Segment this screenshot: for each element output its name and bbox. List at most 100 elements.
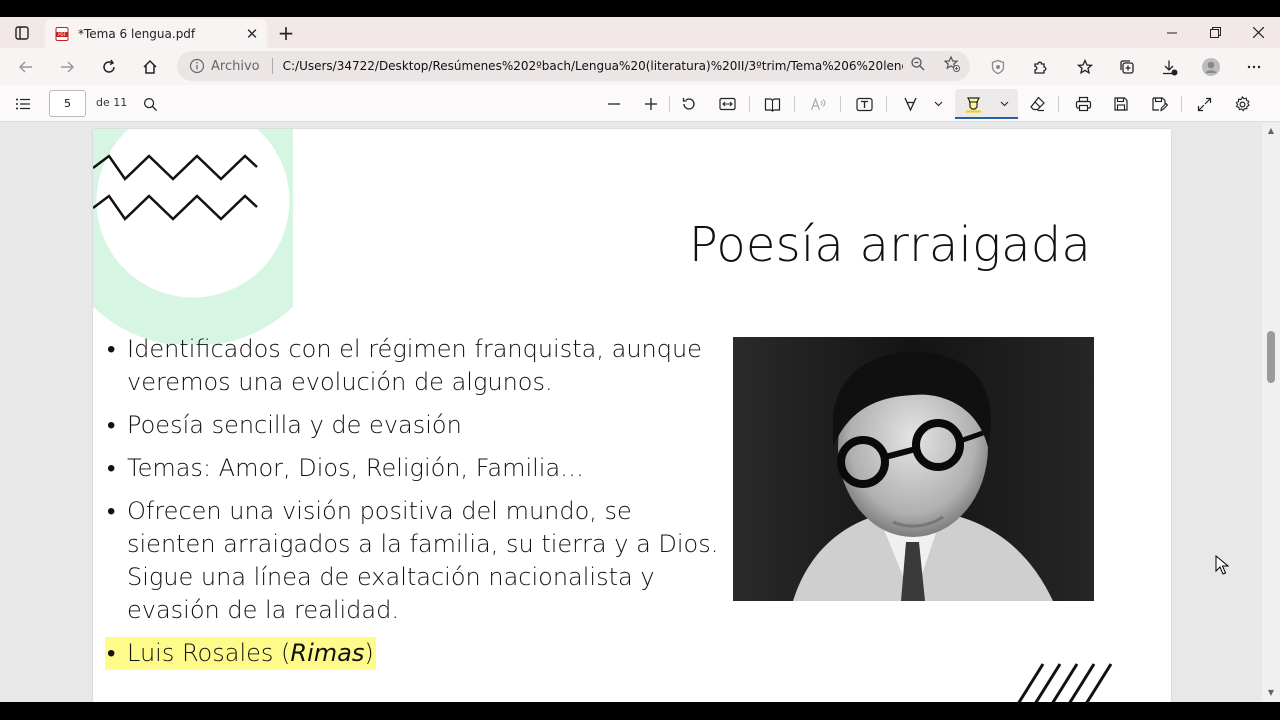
- highlight-options-dropdown[interactable]: [996, 92, 1012, 116]
- draw-button[interactable]: [898, 92, 922, 116]
- work-title: Rimas: [290, 639, 365, 667]
- zoom-in-button[interactable]: [639, 92, 663, 116]
- find-button[interactable]: [138, 92, 162, 116]
- page-view-icon: [764, 97, 780, 112]
- highlighted-text[interactable]: Luis Rosales (Rimas): [105, 637, 376, 670]
- eraser-icon: [1029, 96, 1045, 112]
- bullet-item: Ofrecen una visión positiva del mundo, s…: [105, 495, 725, 627]
- erase-button[interactable]: [1025, 92, 1049, 116]
- page-count-label: de 11: [96, 96, 128, 109]
- page-number-input[interactable]: 5: [49, 90, 86, 117]
- fullscreen-button[interactable]: [1192, 92, 1216, 116]
- expand-icon: [1197, 97, 1211, 111]
- settings-menu-button[interactable]: [1241, 54, 1267, 80]
- tab-actions-button[interactable]: [10, 23, 34, 43]
- table-of-contents-button[interactable]: [11, 92, 35, 116]
- bullet-item-highlighted: Luis Rosales (Rimas): [105, 637, 725, 670]
- highlight-button[interactable]: [961, 92, 985, 116]
- minimize-icon: [1167, 32, 1177, 33]
- author-name: Luis Rosales (: [127, 639, 291, 667]
- tab-active[interactable]: PDF *Tema 6 lengua.pdf ✕: [45, 19, 267, 48]
- fit-to-width-button[interactable]: [715, 92, 739, 116]
- rotate-button[interactable]: [677, 92, 701, 116]
- close-window-button[interactable]: [1236, 17, 1280, 48]
- list-icon: [16, 98, 30, 110]
- restore-button[interactable]: [1193, 17, 1237, 48]
- address-separator: [271, 58, 273, 74]
- read-aloud-button[interactable]: [806, 92, 830, 116]
- scroll-up-arrow-icon[interactable]: ▲: [1267, 127, 1275, 135]
- star-add-icon: [943, 55, 960, 72]
- arrow-right-icon: [61, 61, 75, 73]
- add-text-button[interactable]: [852, 92, 876, 116]
- draw-options-dropdown[interactable]: [930, 92, 946, 116]
- close-paren: ): [364, 639, 374, 667]
- plus-icon: [645, 98, 657, 110]
- toolbar-separator: [669, 96, 670, 112]
- home-icon: [143, 59, 157, 74]
- chevron-down-icon: [934, 101, 942, 107]
- save-button[interactable]: [1109, 92, 1133, 116]
- pdf-settings-button[interactable]: [1230, 92, 1254, 116]
- read-aloud-icon: [810, 96, 825, 110]
- tab-close-button[interactable]: ✕: [241, 23, 263, 45]
- puzzle-icon: [1034, 61, 1047, 74]
- shield-icon: [991, 59, 1005, 75]
- text-box-icon: [855, 97, 873, 111]
- add-favorite-button[interactable]: [942, 54, 962, 74]
- profile-button[interactable]: [1198, 54, 1224, 80]
- print-button[interactable]: [1071, 92, 1095, 116]
- favorites-button[interactable]: [1072, 54, 1098, 80]
- download-icon: [1162, 60, 1177, 75]
- save-as-button[interactable]: [1147, 92, 1171, 116]
- mouse-cursor-icon: [1215, 555, 1229, 575]
- home-button[interactable]: [137, 54, 163, 80]
- collections-button[interactable]: [1114, 54, 1140, 80]
- vertical-scrollbar[interactable]: ▲ ▼: [1262, 123, 1280, 702]
- tab-actions-icon: [15, 26, 29, 40]
- close-icon: [1252, 27, 1264, 38]
- bullet-item: Identificados con el régimen franquista,…: [105, 333, 725, 399]
- save-icon: [1114, 97, 1128, 111]
- svg-text:PDF: PDF: [58, 32, 66, 37]
- highlighter-icon: [965, 96, 981, 112]
- toolbar-separator: [1181, 96, 1182, 112]
- collections-icon: [1119, 59, 1134, 74]
- downloads-button[interactable]: [1156, 54, 1182, 80]
- browser-window: PDF *Tema 6 lengua.pdf ✕ + Archivo C:/Us…: [0, 17, 1280, 702]
- toolbar-separator: [749, 96, 750, 112]
- zoom-out-button[interactable]: [602, 92, 626, 116]
- toolbar-separator: [840, 96, 841, 112]
- restore-icon: [1209, 27, 1221, 38]
- zoom-out-icon: [911, 57, 925, 71]
- slide-title: Poesía arraigada: [688, 217, 1091, 273]
- pdf-document-area[interactable]: Poesía arraigada Identificados con el ré…: [0, 123, 1280, 702]
- info-icon[interactable]: [189, 58, 205, 74]
- minimize-button[interactable]: [1150, 17, 1194, 48]
- back-button[interactable]: [13, 54, 39, 80]
- forward-button[interactable]: [54, 54, 80, 80]
- tracking-prevention-button[interactable]: [985, 54, 1011, 80]
- new-tab-button[interactable]: +: [275, 23, 297, 43]
- page-view-button[interactable]: [760, 92, 784, 116]
- zoom-button[interactable]: [908, 54, 928, 74]
- bullet-item: Temas: Amor, Dios, Religión, Familia…: [105, 452, 725, 485]
- avatar-icon: [1202, 58, 1220, 76]
- toolbar-separator: [1058, 96, 1059, 112]
- save-as-icon: [1151, 97, 1168, 112]
- toolbar-separator: [794, 96, 795, 112]
- address-scheme-label: Archivo: [211, 58, 260, 74]
- extensions-button[interactable]: [1027, 54, 1053, 80]
- chevron-down-icon: [1000, 101, 1008, 107]
- rotate-icon: [682, 98, 695, 110]
- address-url[interactable]: C:/Users/34722/Desktop/Resúmenes%202ºbac…: [283, 59, 903, 73]
- scrollbar-thumb[interactable]: [1267, 331, 1275, 383]
- refresh-icon: [103, 59, 115, 73]
- arrow-left-icon: [18, 61, 32, 73]
- refresh-button[interactable]: [96, 54, 122, 80]
- scroll-down-arrow-icon[interactable]: ▼: [1267, 689, 1275, 697]
- navigation-bar: Archivo C:/Users/34722/Desktop/Resúmenes…: [0, 48, 1280, 85]
- favorites-star-icon: [1077, 59, 1093, 75]
- address-bar[interactable]: Archivo C:/Users/34722/Desktop/Resúmenes…: [177, 51, 970, 81]
- printer-icon: [1075, 96, 1091, 112]
